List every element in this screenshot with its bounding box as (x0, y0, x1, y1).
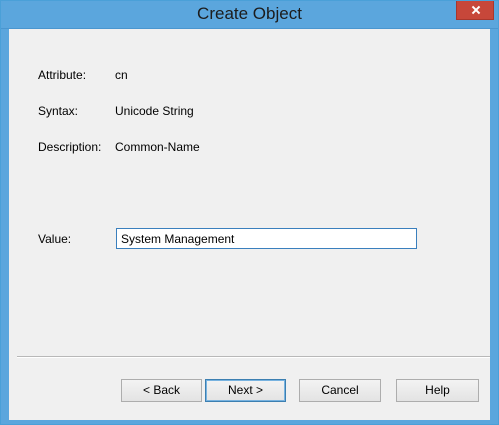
value-input[interactable] (116, 228, 417, 249)
cancel-button[interactable]: Cancel (299, 379, 381, 402)
syntax-value: Unicode String (115, 104, 194, 118)
help-button[interactable]: Help (396, 379, 479, 402)
button-separator (17, 356, 490, 358)
attribute-label: Attribute: (38, 68, 87, 82)
window-right-border (490, 29, 498, 424)
value-label: Value: (38, 232, 72, 246)
create-object-dialog: Create Object Attribute: cn Syntax: Unic… (0, 0, 499, 425)
dialog-title: Create Object (197, 4, 302, 23)
title-bar[interactable]: Create Object (1, 1, 498, 29)
next-button[interactable]: Next > (205, 379, 286, 402)
attribute-value: cn (115, 68, 128, 82)
description-value: Common-Name (115, 140, 200, 154)
close-icon[interactable] (456, 1, 494, 20)
window-left-border (1, 29, 9, 424)
syntax-label: Syntax: (38, 104, 79, 118)
back-button[interactable]: < Back (121, 379, 202, 402)
dialog-body: Attribute: cn Syntax: Unicode String Des… (9, 29, 490, 420)
description-label: Description: (38, 140, 102, 154)
